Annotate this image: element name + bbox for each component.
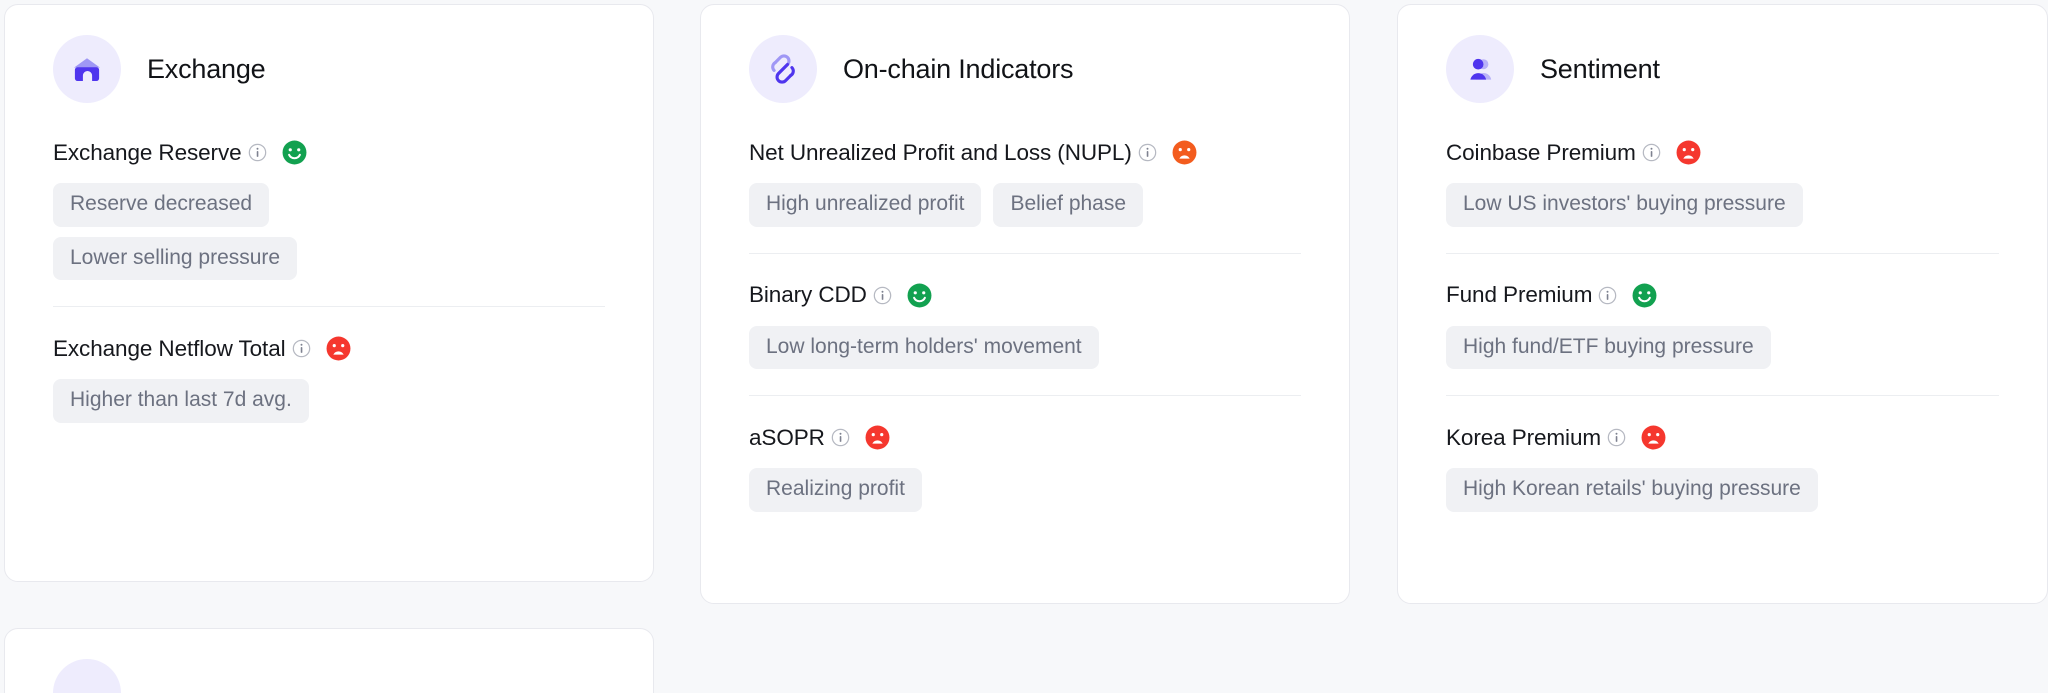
smiley-face-icon [281, 139, 308, 166]
metric-coinbase-premium: Coinbase Premium Low US investors' buyin… [1446, 137, 1999, 227]
metric-label: Korea Premium [1446, 424, 1602, 450]
onchain-column: On-chain Indicators Net Unrealized Profi… [700, 4, 1350, 604]
info-icon[interactable] [1607, 428, 1626, 447]
metric-head: Fund Premium [1446, 282, 1999, 309]
metric-korea-premium: Korea Premium High Korean retails' buyin… [1446, 395, 1999, 512]
metric-tag-list: High Korean retails' buying pressure [1446, 468, 1999, 512]
metric-tag-list: Reserve decreased Lower selling pressure [53, 183, 605, 281]
metric-head: Binary CDD [749, 282, 1301, 309]
metric-nupl: Net Unrealized Profit and Loss (NUPL) Hi… [749, 137, 1301, 227]
metric-head: aSOPR [749, 424, 1301, 451]
metric-tag: Reserve decreased [53, 183, 270, 227]
card-on-chain-indicators: On-chain Indicators Net Unrealized Profi… [700, 4, 1350, 604]
metric-tag: High unrealized profit [749, 183, 982, 227]
card-header-on-chain: On-chain Indicators [749, 35, 1301, 103]
metric-tag-list: Low US investors' buying pressure [1446, 183, 1999, 227]
metric-tag: Higher than last 7d avg. [53, 379, 309, 423]
frowning-face-icon [1640, 424, 1667, 451]
metric-label: Fund Premium [1446, 282, 1593, 308]
metric-label: Binary CDD [749, 282, 867, 308]
metric-tag: High Korean retails' buying pressure [1446, 468, 1818, 512]
metric-tag-list: Low long-term holders' movement [749, 325, 1301, 370]
metric-exchange-netflow-total: Exchange Netflow Total Higher than last … [53, 306, 605, 423]
metric-tag-list: High unrealized profit Belief phase [749, 183, 1301, 227]
info-icon[interactable] [1138, 143, 1157, 162]
metric-label: Net Unrealized Profit and Loss (NUPL) [749, 139, 1132, 165]
chain-link-icon [749, 35, 817, 103]
info-icon[interactable] [831, 428, 850, 447]
frowning-face-icon [1675, 139, 1702, 166]
card-title-sentiment: Sentiment [1540, 53, 1660, 84]
metric-head: Korea Premium [1446, 424, 1999, 451]
card-header-exchange: Exchange [53, 35, 605, 103]
metric-label: Exchange Netflow Total [53, 335, 286, 361]
metric-tag: Lower selling pressure [53, 236, 298, 281]
metric-tag-list: Higher than last 7d avg. [53, 379, 605, 423]
metric-tag-list: Realizing profit [749, 468, 1301, 512]
card-exchange-secondary [4, 628, 654, 693]
metric-tag: Low long-term holders' movement [749, 325, 1099, 370]
users-icon [1446, 35, 1514, 103]
card-header-sentiment: Sentiment [1446, 35, 1999, 103]
metric-label: Coinbase Premium [1446, 139, 1636, 165]
sentiment-column: Sentiment Coinbase Premium Low US invest… [1397, 4, 2048, 604]
card-exchange: Exchange Exchange Reserve Reserve decrea… [4, 4, 654, 582]
frowning-face-icon [325, 335, 352, 362]
info-icon[interactable] [1598, 286, 1617, 305]
metric-asopr: aSOPR Realizing profit [749, 395, 1301, 512]
card-sentiment: Sentiment Coinbase Premium Low US invest… [1397, 4, 2048, 604]
metric-label: aSOPR [749, 424, 825, 450]
metric-head: Net Unrealized Profit and Loss (NUPL) [749, 139, 1301, 166]
metric-fund-premium: Fund Premium High fund/ETF buying pressu… [1446, 252, 1999, 370]
metric-tag-list: High fund/ETF buying pressure [1446, 325, 1999, 370]
metric-exchange-reserve: Exchange Reserve Reserve decreased Lower… [53, 137, 605, 281]
metric-tag: High fund/ETF buying pressure [1446, 325, 1771, 370]
info-icon[interactable] [873, 286, 892, 305]
smiley-face-icon [1631, 282, 1658, 309]
metric-binary-cdd: Binary CDD Low long-term holders' moveme… [749, 252, 1301, 370]
metric-tag: Belief phase [993, 183, 1144, 227]
metric-tag: Realizing profit [749, 468, 922, 512]
house-icon [53, 35, 121, 103]
info-icon[interactable] [248, 143, 267, 162]
metric-head: Exchange Netflow Total [53, 335, 605, 362]
circle-icon [53, 659, 121, 693]
exchange-column: Exchange Exchange Reserve Reserve decrea… [4, 4, 654, 693]
card-title-exchange: Exchange [147, 53, 266, 84]
card-title-on-chain: On-chain Indicators [843, 53, 1074, 84]
metric-head: Coinbase Premium [1446, 139, 1999, 166]
frowning-face-icon [864, 424, 891, 451]
info-icon[interactable] [1642, 143, 1661, 162]
metric-head: Exchange Reserve [53, 139, 605, 166]
info-icon[interactable] [292, 339, 311, 358]
metric-label: Exchange Reserve [53, 139, 242, 165]
frowning-face-icon [1171, 139, 1198, 166]
card-header-secondary [53, 659, 605, 693]
metric-tag: Low US investors' buying pressure [1446, 183, 1803, 227]
smiley-face-icon [906, 282, 933, 309]
indicator-dashboard: Exchange Exchange Reserve Reserve decrea… [0, 0, 2048, 693]
